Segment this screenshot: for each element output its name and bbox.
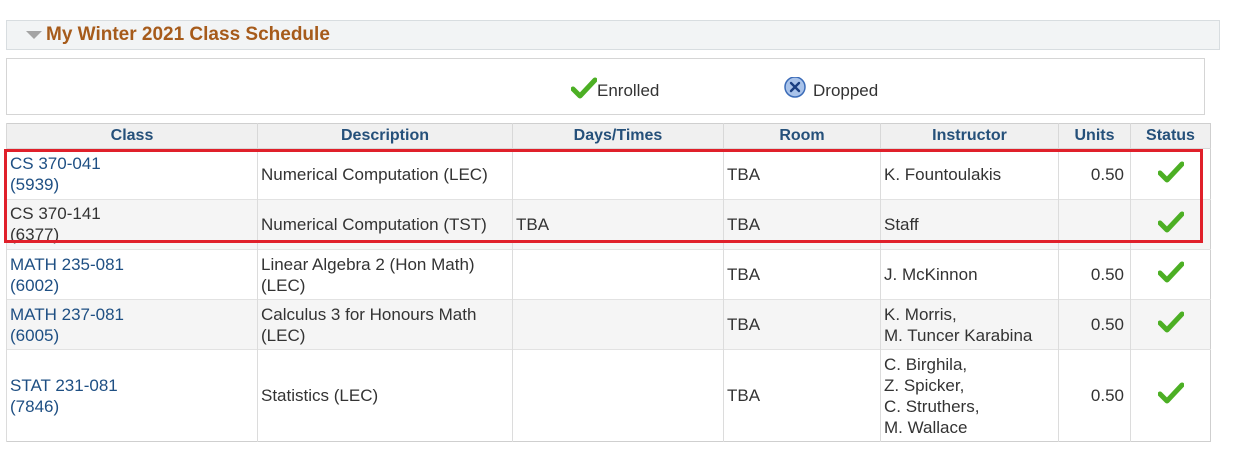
instructor-cell: Staff xyxy=(880,199,1059,250)
class-number-link[interactable]: (6005) xyxy=(10,325,254,346)
class-cell[interactable]: MATH 237-081 (6005) xyxy=(6,299,258,350)
class-cell: CS 370-141 (6377) xyxy=(6,199,258,250)
units-cell: 0.50 xyxy=(1058,148,1131,200)
class-code-text: CS 370-141 xyxy=(10,203,101,223)
class-code-link[interactable]: CS 370-041 xyxy=(10,153,254,174)
class-number-link[interactable]: (5939) xyxy=(10,174,254,195)
units-cell: 0.50 xyxy=(1058,249,1131,300)
status-cell xyxy=(1130,249,1211,300)
col-header-class: Class xyxy=(6,123,258,149)
legend-enrolled-label: Enrolled xyxy=(597,81,660,100)
room-cell: TBA xyxy=(723,199,881,250)
instructor-cell: C. Birghila, Z. Spicker, C. Struthers, M… xyxy=(880,349,1059,442)
days-times-cell xyxy=(512,299,724,350)
class-schedule-table: Class Description Days/Times Room Instru… xyxy=(6,123,1211,442)
class-number-text: (6377) xyxy=(10,224,60,244)
table-row: STAT 231-081 (7846) Statistics (LEC) TBA… xyxy=(6,349,1211,442)
legend-dropped-label: Dropped xyxy=(813,81,879,100)
days-times-cell xyxy=(512,148,724,200)
class-code-link[interactable]: MATH 235-081 xyxy=(10,254,254,275)
table-row: CS 370-041 (5939) Numerical Computation … xyxy=(6,148,1211,200)
room-cell: TBA xyxy=(723,299,881,350)
table-row: CS 370-141 (6377) Numerical Computation … xyxy=(6,199,1211,250)
units-cell xyxy=(1058,199,1131,250)
enrolled-check-icon xyxy=(1157,161,1184,182)
instructor-cell: J. McKinnon xyxy=(880,249,1059,300)
col-header-units: Units xyxy=(1058,123,1131,149)
description-cell: Numerical Computation (LEC) xyxy=(257,148,513,200)
enrolled-check-icon xyxy=(1157,211,1184,233)
col-header-room: Room xyxy=(723,123,881,149)
status-cell xyxy=(1130,148,1211,200)
instructor-cell: K. Fountoulakis xyxy=(880,148,1059,200)
class-code-link[interactable]: STAT 231-081 xyxy=(10,375,254,396)
table-row: MATH 237-081 (6005) Calculus 3 for Honou… xyxy=(6,299,1211,350)
description-cell: Linear Algebra 2 (Hon Math) (LEC) xyxy=(257,249,513,300)
table-header-row: Class Description Days/Times Room Instru… xyxy=(6,123,1211,149)
enrolled-check-icon xyxy=(1157,261,1184,283)
units-cell: 0.50 xyxy=(1058,299,1131,350)
class-cell[interactable]: MATH 235-081 (6002) xyxy=(6,249,258,300)
status-cell xyxy=(1130,299,1211,350)
class-cell-clip: CS 370-141 (6377) xyxy=(10,203,254,247)
units-cell: 0.50 xyxy=(1058,349,1131,442)
days-times-cell xyxy=(512,349,724,442)
class-number-link[interactable]: (7846) xyxy=(10,396,254,417)
class-cell[interactable]: STAT 231-081 (7846) xyxy=(6,349,258,442)
status-cell xyxy=(1130,349,1211,442)
col-header-description: Description xyxy=(257,123,513,149)
enrolled-check-icon xyxy=(1157,311,1184,333)
enrolled-check-icon xyxy=(1157,382,1184,404)
description-cell: Calculus 3 for Honours Math (LEC) xyxy=(257,299,513,350)
class-number-link[interactable]: (6002) xyxy=(10,275,254,296)
legend-enrolled: Enrolled xyxy=(570,77,660,101)
section-title: My Winter 2021 Class Schedule xyxy=(46,24,330,45)
table-row: MATH 235-081 (6002) Linear Algebra 2 (Ho… xyxy=(6,249,1211,300)
col-header-status: Status xyxy=(1130,123,1211,149)
days-times-cell: TBA xyxy=(512,199,724,250)
room-cell: TBA xyxy=(723,249,881,300)
col-header-instructor: Instructor xyxy=(880,123,1059,149)
blue-x-circle-icon xyxy=(784,76,806,98)
room-cell: TBA xyxy=(723,148,881,200)
class-cell[interactable]: CS 370-041 (5939) xyxy=(6,148,258,200)
col-header-days-times: Days/Times xyxy=(512,123,724,149)
room-cell: TBA xyxy=(723,349,881,442)
green-check-icon xyxy=(570,77,598,99)
status-cell xyxy=(1130,199,1211,250)
instructor-cell: K. Morris, M. Tuncer Karabina xyxy=(880,299,1059,350)
legend: Enrolled Dropped xyxy=(6,58,1205,115)
section-header[interactable]: My Winter 2021 Class Schedule xyxy=(6,20,1220,50)
days-times-cell xyxy=(512,249,724,300)
class-code-link[interactable]: MATH 237-081 xyxy=(10,304,254,325)
description-cell: Statistics (LEC) xyxy=(257,349,513,442)
description-cell: Numerical Computation (TST) xyxy=(257,199,513,250)
legend-dropped: Dropped xyxy=(783,76,879,101)
collapse-arrow-icon[interactable] xyxy=(26,31,42,39)
